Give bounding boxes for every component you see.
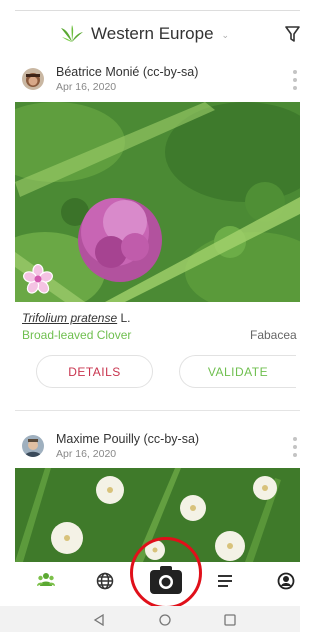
system-navigation-bar: [0, 606, 300, 632]
card-divider: [15, 410, 300, 411]
list-icon[interactable]: [218, 574, 232, 593]
observation-header: Maxime Pouilly (cc-by-sa) Apr 16, 2020: [0, 432, 300, 468]
leaf-cluster-icon: [61, 25, 83, 42]
validate-button[interactable]: VALIDATE: [179, 355, 296, 388]
profile-icon[interactable]: [277, 572, 295, 595]
top-divider: [15, 10, 300, 11]
observation-date: Apr 16, 2020: [56, 448, 117, 460]
globe-icon[interactable]: [96, 572, 114, 595]
back-icon[interactable]: [93, 613, 105, 631]
name-authority: L.: [120, 311, 131, 325]
avatar[interactable]: [22, 435, 44, 457]
observation-date: Apr 16, 2020: [56, 81, 117, 93]
common-name: Broad-leaved Clover: [22, 328, 132, 342]
avatar[interactable]: [22, 68, 44, 90]
scientific-name-text[interactable]: Trifolium pratense: [22, 311, 117, 325]
family-name: Fabacea: [250, 328, 297, 342]
author-name[interactable]: Béatrice Monié (cc-by-sa): [56, 65, 198, 79]
community-icon[interactable]: [37, 572, 55, 593]
observation-header: Béatrice Monié (cc-by-sa) Apr 16, 2020: [0, 65, 300, 101]
recents-icon[interactable]: [224, 613, 236, 631]
more-icon[interactable]: [290, 436, 300, 463]
details-button[interactable]: DETAILS: [36, 355, 153, 388]
chevron-down-icon: ⌄: [221, 29, 230, 40]
camera-highlight-ring: [130, 537, 202, 609]
author-name[interactable]: Maxime Pouilly (cc-by-sa): [56, 432, 199, 446]
home-icon[interactable]: [159, 613, 171, 631]
observation-photo[interactable]: [15, 102, 300, 302]
region-selector[interactable]: Western Europe ⌄: [60, 24, 229, 44]
header: Western Europe ⌄: [0, 20, 300, 50]
scientific-name[interactable]: Trifolium pratense L.: [22, 311, 131, 325]
more-icon[interactable]: [290, 69, 300, 96]
filter-icon[interactable]: [285, 26, 300, 47]
region-label: Western Europe: [91, 24, 214, 43]
flower-organ-icon: [23, 263, 53, 299]
